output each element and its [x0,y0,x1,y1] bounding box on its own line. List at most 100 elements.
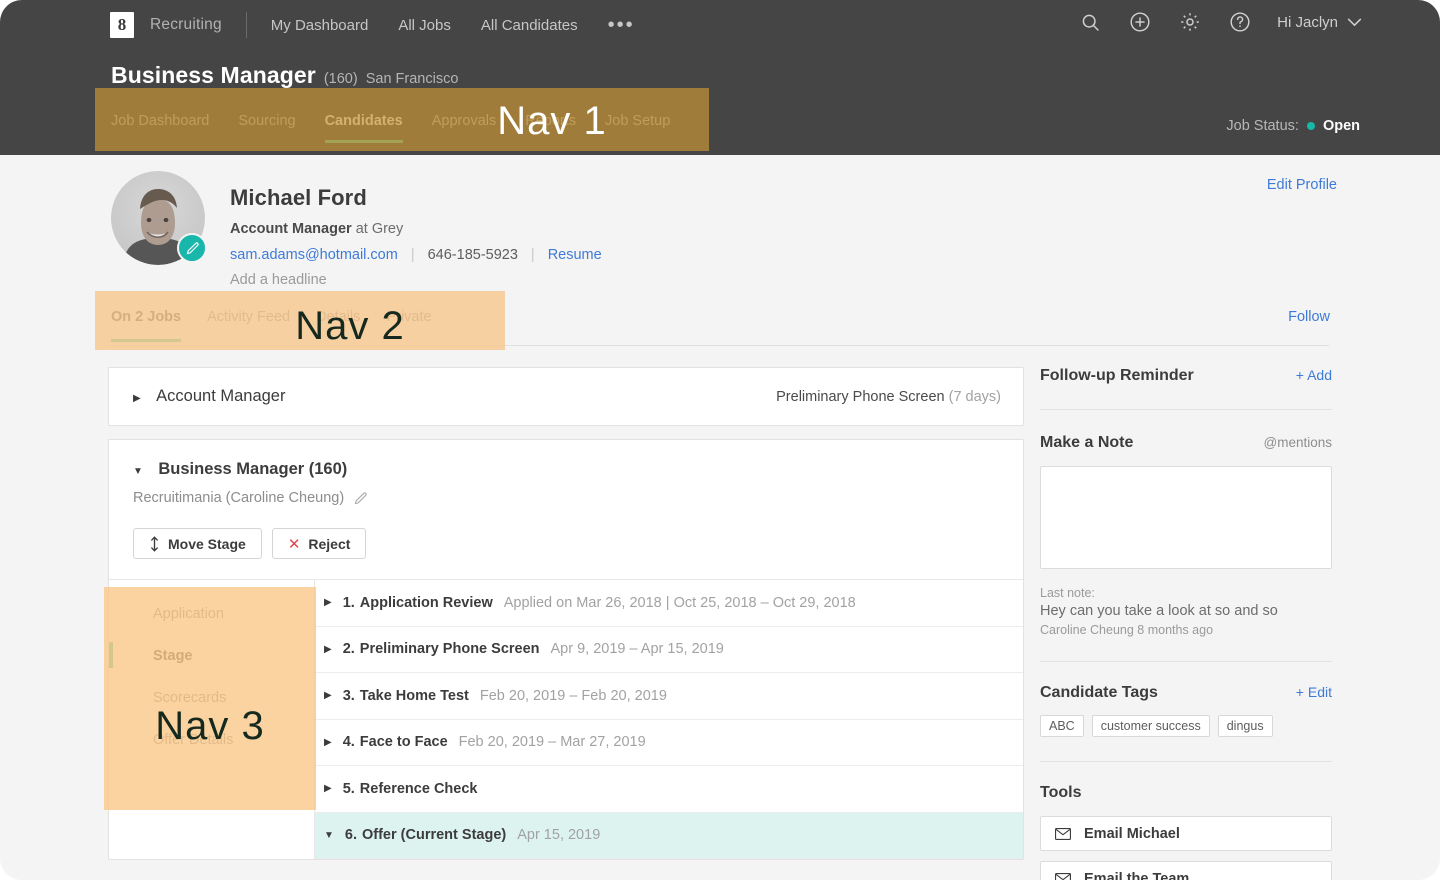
make-a-note-title: Make a Note [1040,434,1133,452]
profile-info: Michael Ford Account Manager at Grey sam… [230,171,602,288]
nav-item-all-jobs[interactable]: All Jobs [398,17,451,34]
candidate-tab-on-jobs[interactable]: On 2 Jobs [111,309,181,342]
job-tab-reports[interactable]: Reports [525,113,576,140]
chevron-down-icon[interactable]: ▼ [324,830,334,841]
user-greeting-label: Hi Jaclyn [1277,14,1338,31]
note-input[interactable] [1040,466,1332,569]
nav-item-my-dashboard[interactable]: My Dashboard [271,17,369,34]
candidate-name: Michael Ford [230,185,602,211]
stage-number: 3. [343,688,355,704]
candidate-tab-details[interactable]: Details [316,309,360,342]
global-nav: 8 Recruiting My Dashboard All Jobs All C… [110,10,635,40]
last-note-text: Hey can you take a look at so and so [1040,603,1332,619]
nav-item-all-candidates[interactable]: All Candidates [481,17,578,34]
candidate-email-link[interactable]: sam.adams@hotmail.com [230,247,398,263]
job-card-stage-duration: (7 days) [949,389,1001,405]
subnav-item-stage[interactable]: Stage [153,648,314,664]
chevron-right-icon[interactable]: ▶ [324,597,332,608]
search-icon[interactable] [1077,9,1103,35]
stage-row[interactable]: ▶ 3. Take Home Test Feb 20, 2019 – Feb 2… [315,673,1023,720]
chevron-right-icon[interactable]: ▶ [324,690,332,701]
add-circle-icon[interactable] [1127,9,1153,35]
job-status: Job Status: Open [1226,118,1360,134]
stage-name: Reference Check [360,781,478,797]
candidate-tags-edit-button[interactable]: + Edit [1296,684,1332,700]
candidate-tab-private[interactable]: Private [386,309,431,342]
chevron-right-icon[interactable]: ▶ [324,644,332,655]
reject-button[interactable]: ✕ Reject [272,528,367,559]
status-dot-icon [1307,122,1315,130]
help-circle-icon[interactable] [1227,9,1253,35]
app-window: 8 Recruiting My Dashboard All Jobs All C… [0,0,1440,880]
chevron-right-icon[interactable]: ▶ [324,783,332,794]
stage-row[interactable]: ▶ 2. Preliminary Phone Screen Apr 9, 201… [315,627,1023,674]
chevron-down-icon[interactable]: ▼ [133,466,143,477]
job-number: (160) [324,71,358,87]
job-card-expanded-name: Business Manager (160) [158,460,347,478]
contact-divider-2: | [531,247,535,263]
job-card-expanded-title-row[interactable]: ▼ Business Manager (160) [133,460,999,479]
user-menu[interactable]: Hi Jaclyn [1277,14,1362,31]
stage-name: Preliminary Phone Screen [360,641,540,657]
sidebar-divider [1040,409,1332,410]
stage-list: ▶ 1. Application Review Applied on Mar 2… [314,580,1023,859]
subnav-item-offer-details[interactable]: Offer Details [153,732,314,748]
stage-number: 2. [343,641,355,657]
candidate-tags-title: Candidate Tags [1040,684,1158,702]
app-logo[interactable]: 8 [110,12,134,38]
followup-add-button[interactable]: + Add [1296,367,1332,383]
stage-row[interactable]: ▶ 1. Application Review Applied on Mar 2… [315,580,1023,627]
move-stage-button[interactable]: Move Stage [133,528,262,559]
email-michael-label: Email Michael [1084,826,1180,842]
job-tab-dashboard[interactable]: Job Dashboard [111,113,209,140]
candidate-profile-header: Michael Ford Account Manager at Grey sam… [111,171,602,288]
follow-link[interactable]: Follow [1288,309,1330,325]
make-a-note-section: Make a Note @mentions [1040,434,1332,452]
candidate-tab-activity-feed[interactable]: Activity Feed [207,309,290,342]
top-bar: 8 Recruiting My Dashboard All Jobs All C… [0,0,1440,155]
job-tab-job-setup[interactable]: Job Setup [605,113,670,140]
stage-row[interactable]: ▶ 5. Reference Check [315,766,1023,813]
avatar-wrapper [111,171,205,265]
job-tab-sourcing[interactable]: Sourcing [238,113,295,140]
stage-number: 4. [343,734,355,750]
resume-link[interactable]: Resume [548,247,602,263]
close-x-icon: ✕ [288,535,301,553]
nav-more-icon[interactable]: ••• [608,19,635,31]
job-card-stage-info: Preliminary Phone Screen (7 days) [776,389,1001,405]
job-card-body: Application Stage Scorecards Offer Detai… [109,579,1023,859]
add-headline-field[interactable]: Add a headline [230,272,602,288]
stage-name: Take Home Test [360,688,469,704]
email-team-button[interactable]: Email the Team [1040,861,1332,880]
sidebar-divider-3 [1040,761,1332,762]
subnav-item-application[interactable]: Application [153,606,314,622]
job-card-expanded-head: ▼ Business Manager (160) Recruitimania (… [109,460,1023,506]
job-card-collapsed[interactable]: ▶ Account Manager Preliminary Phone Scre… [108,367,1024,426]
email-michael-button[interactable]: Email Michael [1040,816,1332,851]
tag-chip[interactable]: dingus [1218,715,1273,737]
job-card-source: Recruitimania (Caroline Cheung) [133,490,344,506]
tab-underline-divider [111,345,1329,346]
move-stage-icon [149,536,160,552]
job-tab-approvals[interactable]: Approvals [432,113,496,140]
chevron-right-icon[interactable]: ▶ [133,393,141,404]
job-tab-candidates[interactable]: Candidates [325,113,403,143]
edit-profile-link[interactable]: Edit Profile [1267,177,1337,193]
tag-chip[interactable]: ABC [1040,715,1084,737]
brand-label[interactable]: Recruiting [150,16,222,34]
stage-name: Face to Face [360,734,448,750]
subnav-item-scorecards[interactable]: Scorecards [153,690,314,706]
email-team-label: Email the Team [1084,871,1189,880]
job-card-collapsed-left: ▶ Account Manager [133,387,285,406]
chevron-right-icon[interactable]: ▶ [324,737,332,748]
stage-dates: Feb 20, 2019 – Feb 20, 2019 [480,688,667,704]
job-status-value: Open [1323,118,1360,134]
gear-icon[interactable] [1177,9,1203,35]
tag-chip[interactable]: customer success [1092,715,1210,737]
stage-row[interactable]: ▶ 4. Face to Face Feb 20, 2019 – Mar 27,… [315,720,1023,767]
main-column: ▶ Account Manager Preliminary Phone Scre… [108,367,1024,860]
edit-avatar-icon[interactable] [177,233,207,263]
stage-row-current[interactable]: ▼ 6. Offer (Current Stage) Apr 15, 2019 [315,813,1023,860]
job-card-stage-name: Preliminary Phone Screen [776,389,944,405]
job-title-group: Business Manager (160) San Francisco [111,62,458,89]
